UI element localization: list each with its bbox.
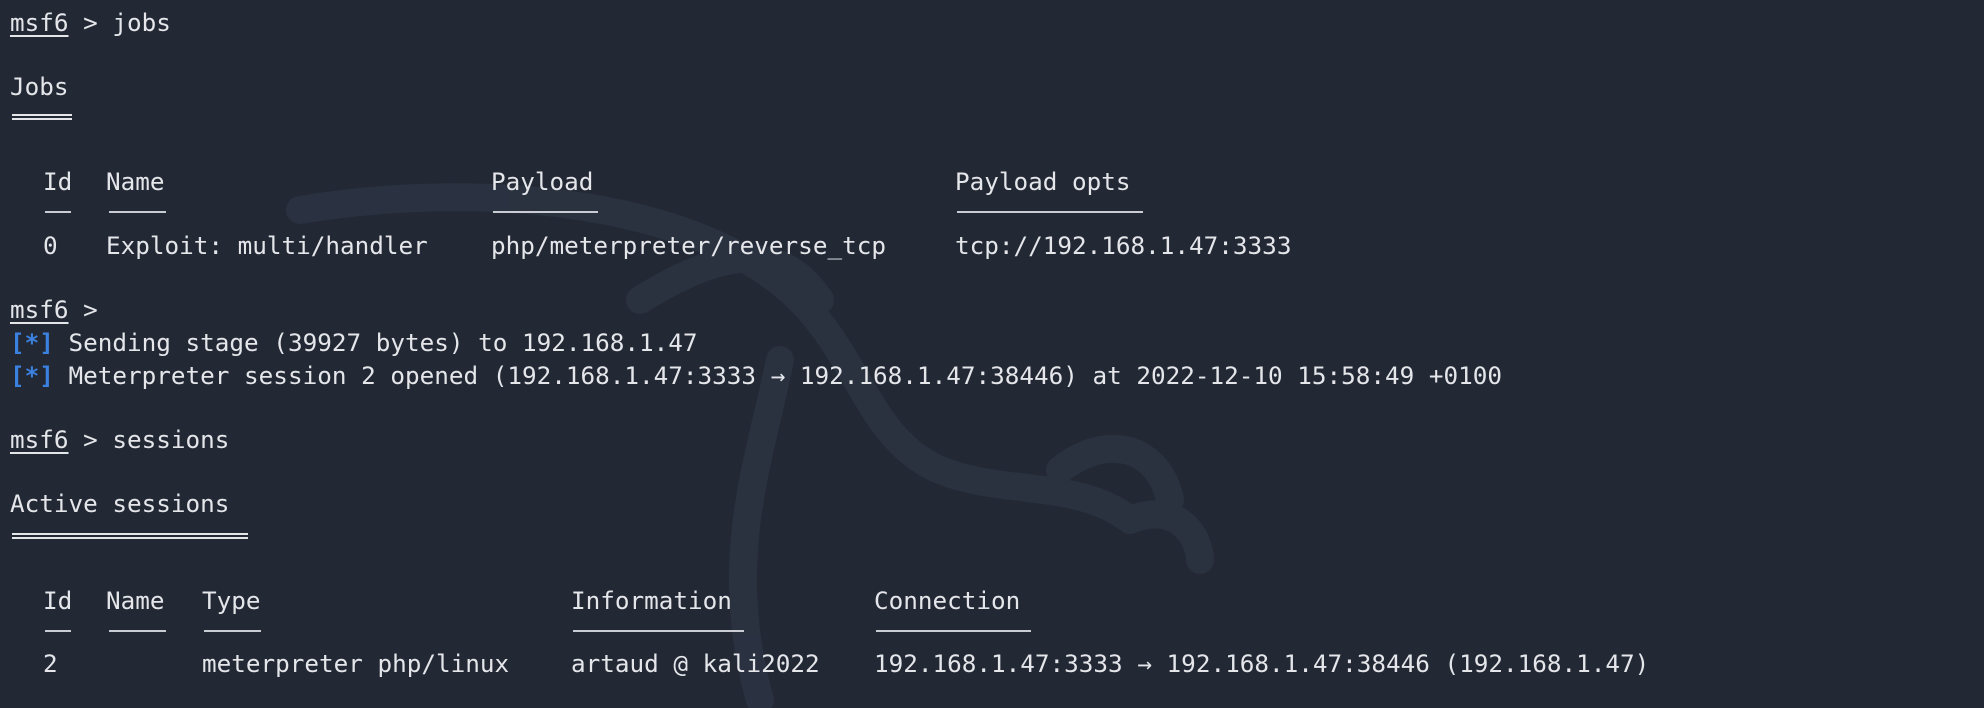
jobs-row-payload: php/meterpreter/reverse_tcp [491, 231, 886, 260]
prompt-separator: > [68, 425, 113, 454]
sessions-col-name: Name [106, 586, 165, 615]
sessions-heading-underline [12, 533, 248, 539]
sessions-heading: Active sessions [10, 489, 230, 518]
status-text: Sending stage (39927 bytes) to 192.168.1… [53, 328, 698, 357]
prompt-label: msf6 [10, 295, 69, 324]
sessions-dash-id [45, 630, 71, 632]
command-text: jobs [112, 8, 171, 37]
sessions-dash-information [573, 630, 744, 632]
jobs-heading-underline [12, 114, 72, 120]
jobs-row-name: Exploit: multi/handler [106, 231, 428, 260]
sessions-dash-connection [876, 630, 1031, 632]
terminal-output: msf6 > jobs Jobs Id Name Payload Payload… [10, 0, 1970, 708]
jobs-dash-name [109, 211, 166, 213]
jobs-dash-id [45, 211, 71, 213]
command-line-empty: msf6 > [10, 294, 112, 326]
jobs-col-payload: Payload [491, 167, 594, 196]
status-marker: [*] [10, 328, 54, 357]
status-marker: [*] [10, 361, 54, 390]
sessions-dash-type [204, 630, 261, 632]
command-text: sessions [112, 425, 230, 454]
jobs-dash-payload [493, 211, 598, 213]
sessions-col-type: Type [202, 586, 261, 615]
jobs-row-payload-opts: tcp://192.168.1.47:3333 [955, 231, 1292, 260]
prompt-separator: > [68, 8, 113, 37]
jobs-col-id: Id [43, 167, 73, 196]
prompt-label: msf6 [10, 8, 69, 37]
jobs-col-name: Name [106, 167, 165, 196]
sessions-col-id: Id [43, 586, 73, 615]
status-message: [*] Sending stage (39927 bytes) to 192.1… [10, 327, 698, 359]
jobs-row-id: 0 [43, 231, 58, 260]
jobs-heading: Jobs [10, 72, 69, 101]
prompt-separator: > [68, 295, 113, 324]
sessions-dash-name [109, 630, 166, 632]
sessions-row-information: artaud @ kali2022 [571, 649, 820, 678]
command-line-sessions: msf6 > sessions [10, 424, 229, 456]
jobs-dash-payload-opts [957, 211, 1143, 213]
jobs-col-payload-opts: Payload opts [955, 167, 1131, 196]
sessions-row-connection: 192.168.1.47:3333 → 192.168.1.47:38446 (… [874, 649, 1650, 678]
sessions-row-id: 2 [43, 649, 58, 678]
status-message: [*] Meterpreter session 2 opened (192.16… [10, 360, 1502, 392]
prompt-label: msf6 [10, 425, 69, 454]
command-line-jobs: msf6 > jobs [10, 7, 171, 39]
sessions-row-type: meterpreter php/linux [202, 649, 510, 678]
status-text: Meterpreter session 2 opened (192.168.1.… [53, 361, 1503, 390]
sessions-col-information: Information [571, 586, 732, 615]
sessions-col-connection: Connection [874, 586, 1021, 615]
